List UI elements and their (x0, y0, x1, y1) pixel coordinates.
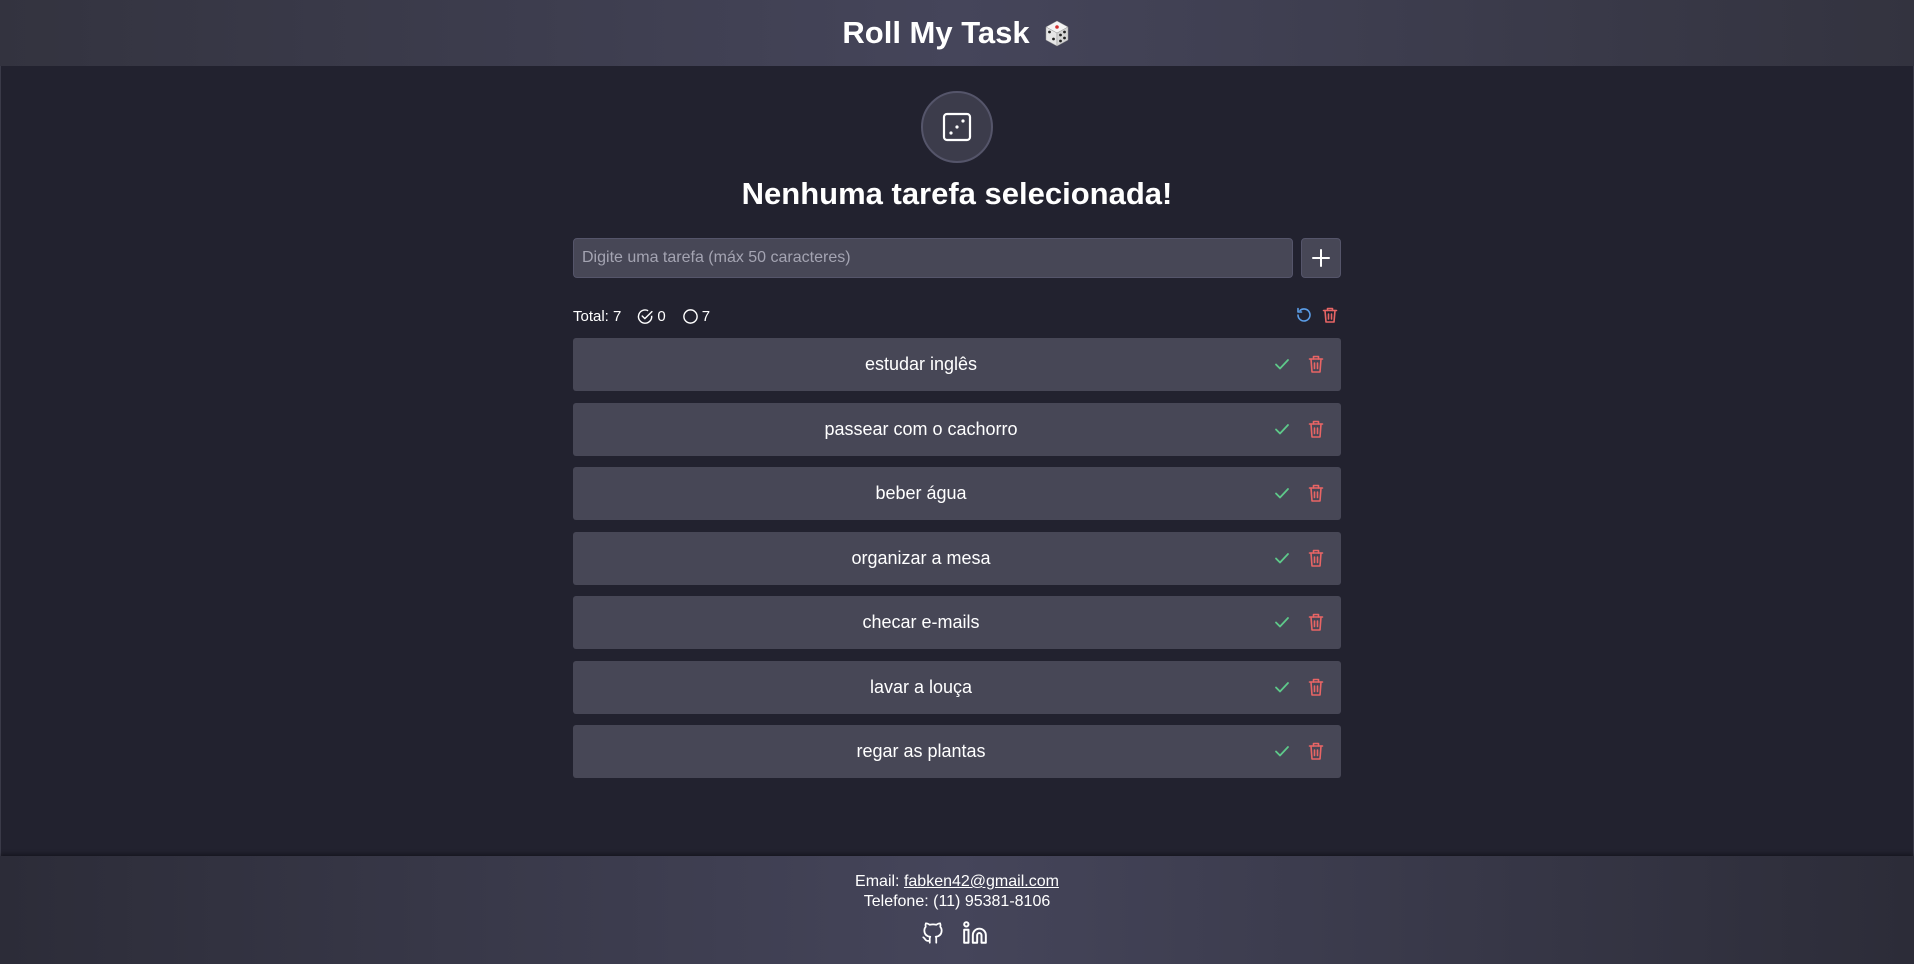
task-item[interactable]: organizar a mesa (573, 531, 1341, 585)
github-icon[interactable] (920, 920, 946, 946)
trash-icon[interactable] (1307, 677, 1325, 697)
task-item[interactable]: checar e-mails (573, 596, 1341, 649)
pending-count: 7 (701, 307, 711, 325)
email-link[interactable]: fabken42@gmail.com (904, 873, 1059, 890)
task-label: beber água (875, 483, 967, 503)
circle-icon (682, 308, 702, 325)
trash-icon[interactable] (1307, 354, 1325, 374)
check-icon[interactable] (1273, 484, 1291, 502)
selected-task-title: Nenhuma tarefa selecionada! (741, 176, 1173, 211)
linkedin-icon[interactable] (962, 920, 988, 946)
task-item[interactable]: passear com o cachorro (573, 402, 1341, 456)
app-title-text: Roll My Task (842, 15, 1030, 50)
task-label: organizar a mesa (851, 547, 991, 568)
trash-icon[interactable] (1307, 483, 1325, 503)
plus-icon (1311, 248, 1331, 268)
task-input[interactable] (573, 238, 1293, 278)
check-icon[interactable] (1273, 742, 1291, 760)
add-task-button[interactable] (1301, 238, 1341, 278)
task-label: passear com o cachorro (824, 418, 1018, 439)
social-links (920, 920, 988, 946)
check-icon[interactable] (1273, 420, 1291, 438)
task-label: estudar inglês (864, 354, 978, 374)
footer: Email: fabken42@gmail.com Telefone: (11)… (0, 856, 1914, 964)
task-stats: Total: 7 0 7 (573, 306, 710, 326)
task-item[interactable]: regar as plantas (573, 725, 1341, 778)
roll-dice-button[interactable] (921, 91, 993, 163)
reset-icon[interactable] (1295, 306, 1313, 324)
task-label: lavar a louça (869, 676, 973, 697)
done-count: 0 (657, 307, 666, 325)
email-label: Email: (855, 873, 904, 890)
task-item[interactable]: lavar a louça (573, 660, 1341, 714)
check-icon[interactable] (1273, 355, 1291, 373)
dice-icon (1042, 18, 1072, 48)
app-header: Roll My Task (0, 0, 1914, 66)
trash-icon[interactable] (1307, 741, 1325, 761)
delete-all-icon[interactable] (1321, 306, 1339, 324)
check-icon[interactable] (1273, 678, 1291, 696)
check-icon[interactable] (1273, 613, 1291, 631)
list-actions (1295, 306, 1339, 324)
trash-icon[interactable] (1307, 419, 1325, 439)
trash-icon[interactable] (1307, 612, 1325, 632)
trash-icon[interactable] (1307, 548, 1325, 568)
task-item[interactable]: estudar inglês (573, 338, 1341, 391)
task-label: regar as plantas (856, 741, 986, 761)
check-icon[interactable] (1273, 549, 1291, 567)
footer-email: Email: fabken42@gmail.com (0, 873, 1914, 891)
total-count: Total: 7 (573, 307, 622, 325)
task-label: checar e-mails (862, 612, 980, 632)
task-list: estudar inglês passear com o cachorro be… (573, 338, 1341, 790)
task-item[interactable]: beber água (573, 467, 1341, 520)
check-circle-icon (637, 308, 657, 325)
footer-phone: Telefone: (11) 95381-8106 (863, 893, 1051, 910)
dice-icon (941, 111, 973, 143)
app-title: Roll My Task (842, 15, 1071, 51)
